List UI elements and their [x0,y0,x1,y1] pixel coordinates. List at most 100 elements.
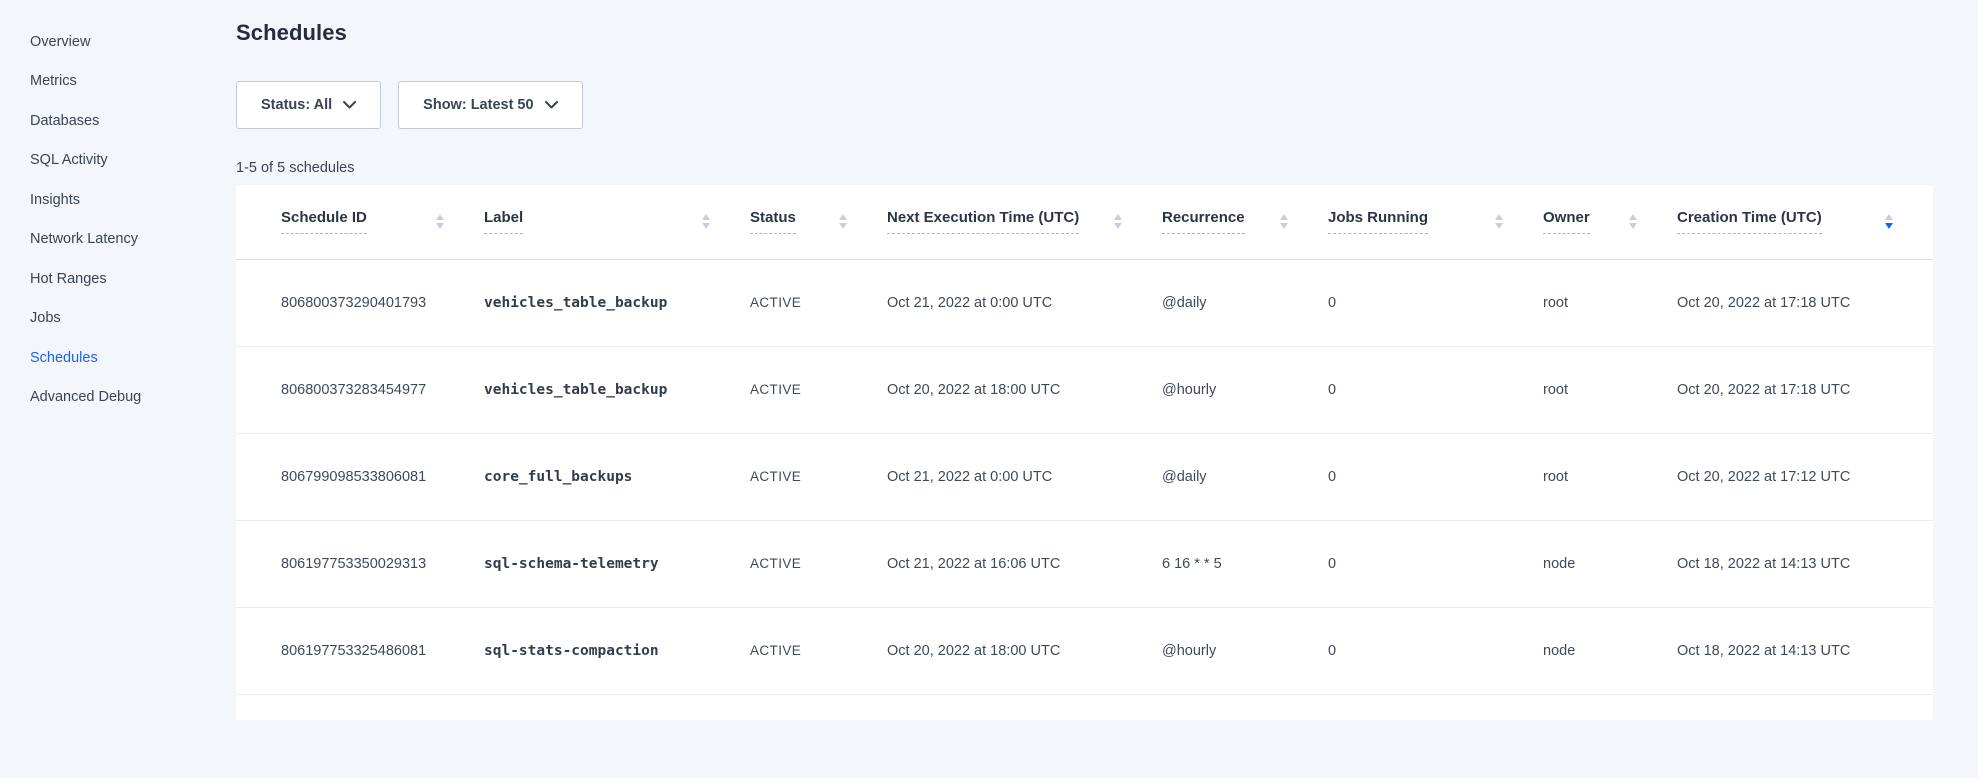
column-header-recurrence[interactable]: Recurrence [1162,185,1328,259]
creation-time-cell: Oct 18, 2022 at 14:13 UTC [1677,607,1933,694]
table-row[interactable]: 806800373290401793 vehicles_table_backup… [236,259,1933,346]
sort-asc-icon [1629,214,1637,220]
filter-bar: Status: All Show: Latest 50 [236,81,1978,129]
recurrence-cell: @daily [1162,259,1328,346]
sidebar-item-hot-ranges[interactable]: Hot Ranges [30,259,236,299]
sort-arrows-icon [436,214,444,229]
owner-cell: node [1543,520,1677,607]
recurrence-cell: @daily [1162,433,1328,520]
owner-cell: root [1543,433,1677,520]
status-filter-dropdown[interactable]: Status: All [236,81,381,129]
schedules-table-card: Schedule ID Label Status Next Execu [236,185,1933,720]
main-content: Schedules Status: All Show: Latest 50 1-… [236,0,1978,778]
jobs-running-cell: 0 [1328,346,1543,433]
sidebar-item-list: Overview Metrics Databases SQL Activity … [30,22,236,417]
column-header-schedule-id[interactable]: Schedule ID [236,185,484,259]
sidebar-item-advanced-debug[interactable]: Advanced Debug [30,378,236,418]
sort-arrows-icon [1885,214,1893,229]
results-count: 1-5 of 5 schedules [236,160,1978,176]
schedules-page: Overview Metrics Databases SQL Activity … [0,0,1978,778]
table-row[interactable]: 806197753325486081 sql-stats-compaction … [236,607,1933,694]
sort-desc-icon [1280,223,1288,229]
schedule-id-cell: 806799098533806081 [236,433,484,520]
jobs-running-cell: 0 [1328,520,1543,607]
next-execution-cell: Oct 20, 2022 at 18:00 UTC [887,607,1162,694]
column-header-status[interactable]: Status [750,185,887,259]
status-cell: ACTIVE [750,520,887,607]
column-header-creation-time-utc[interactable]: Creation Time (UTC) [1677,185,1933,259]
creation-time-cell: Oct 20, 2022 at 17:18 UTC [1677,346,1933,433]
column-header-jobs-running[interactable]: Jobs Running [1328,185,1543,259]
sort-arrows-icon [1629,214,1637,229]
sidebar-item-metrics[interactable]: Metrics [30,62,236,102]
recurrence-cell: @hourly [1162,346,1328,433]
sort-desc-icon [1495,223,1503,229]
sort-desc-icon [702,223,710,229]
schedules-table: Schedule ID Label Status Next Execu [236,185,1933,695]
sort-arrows-icon [1495,214,1503,229]
creation-time-cell: Oct 20, 2022 at 17:12 UTC [1677,433,1933,520]
status-cell: ACTIVE [750,346,887,433]
schedule-id-cell: 806800373283454977 [236,346,484,433]
sort-asc-icon [1885,214,1893,220]
schedule-label-cell: vehicles_table_backup [484,346,750,433]
sort-desc-icon [1885,223,1893,229]
column-header-next-execution-time-utc[interactable]: Next Execution Time (UTC) [887,185,1162,259]
recurrence-cell: @hourly [1162,607,1328,694]
table-body: 806800373290401793 vehicles_table_backup… [236,259,1933,694]
sort-asc-icon [1495,214,1503,220]
sort-desc-icon [1629,223,1637,229]
sidebar-item-network-latency[interactable]: Network Latency [30,220,236,260]
page-title: Schedules [236,20,1978,46]
sidebar-item-schedules[interactable]: Schedules [30,338,236,378]
table-row[interactable]: 806799098533806081 core_full_backups ACT… [236,433,1933,520]
column-header-label[interactable]: Label [484,185,750,259]
jobs-running-cell: 0 [1328,433,1543,520]
schedule-label-cell: sql-stats-compaction [484,607,750,694]
table-row[interactable]: 806800373283454977 vehicles_table_backup… [236,346,1933,433]
next-execution-cell: Oct 21, 2022 at 0:00 UTC [887,433,1162,520]
recurrence-cell: 6 16 * * 5 [1162,520,1328,607]
sort-desc-icon [1114,223,1122,229]
sort-arrows-icon [702,214,710,229]
table-header-row: Schedule ID Label Status Next Execu [236,185,1933,259]
sidebar-item-sql-activity[interactable]: SQL Activity [30,141,236,181]
status-filter-label: Status: All [261,97,332,113]
next-execution-cell: Oct 21, 2022 at 0:00 UTC [887,259,1162,346]
status-cell: ACTIVE [750,433,887,520]
sidebar-nav: Overview Metrics Databases SQL Activity … [0,0,236,778]
schedule-id-cell: 806197753325486081 [236,607,484,694]
owner-cell: node [1543,607,1677,694]
sidebar-item-overview[interactable]: Overview [30,22,236,62]
sort-desc-icon [436,223,444,229]
creation-time-cell: Oct 18, 2022 at 14:13 UTC [1677,520,1933,607]
sidebar-item-insights[interactable]: Insights [30,180,236,220]
sort-asc-icon [702,214,710,220]
jobs-running-cell: 0 [1328,607,1543,694]
owner-cell: root [1543,259,1677,346]
sidebar-item-databases[interactable]: Databases [30,101,236,141]
show-latest-dropdown[interactable]: Show: Latest 50 [398,81,582,129]
schedule-id-cell: 806800373290401793 [236,259,484,346]
status-cell: ACTIVE [750,607,887,694]
schedule-label-cell: sql-schema-telemetry [484,520,750,607]
schedule-id-cell: 806197753350029313 [236,520,484,607]
show-latest-label: Show: Latest 50 [423,97,533,113]
next-execution-cell: Oct 21, 2022 at 16:06 UTC [887,520,1162,607]
schedule-label-cell: core_full_backups [484,433,750,520]
table-row[interactable]: 806197753350029313 sql-schema-telemetry … [236,520,1933,607]
sort-arrows-icon [1280,214,1288,229]
creation-time-cell: Oct 20, 2022 at 17:18 UTC [1677,259,1933,346]
column-header-owner[interactable]: Owner [1543,185,1677,259]
status-cell: ACTIVE [750,259,887,346]
chevron-down-icon [545,101,558,109]
sidebar-item-jobs[interactable]: Jobs [30,299,236,339]
sort-arrows-icon [1114,214,1122,229]
schedule-label-cell: vehicles_table_backup [484,259,750,346]
sort-asc-icon [436,214,444,220]
sort-asc-icon [839,214,847,220]
next-execution-cell: Oct 20, 2022 at 18:00 UTC [887,346,1162,433]
sort-asc-icon [1114,214,1122,220]
jobs-running-cell: 0 [1328,259,1543,346]
sort-asc-icon [1280,214,1288,220]
